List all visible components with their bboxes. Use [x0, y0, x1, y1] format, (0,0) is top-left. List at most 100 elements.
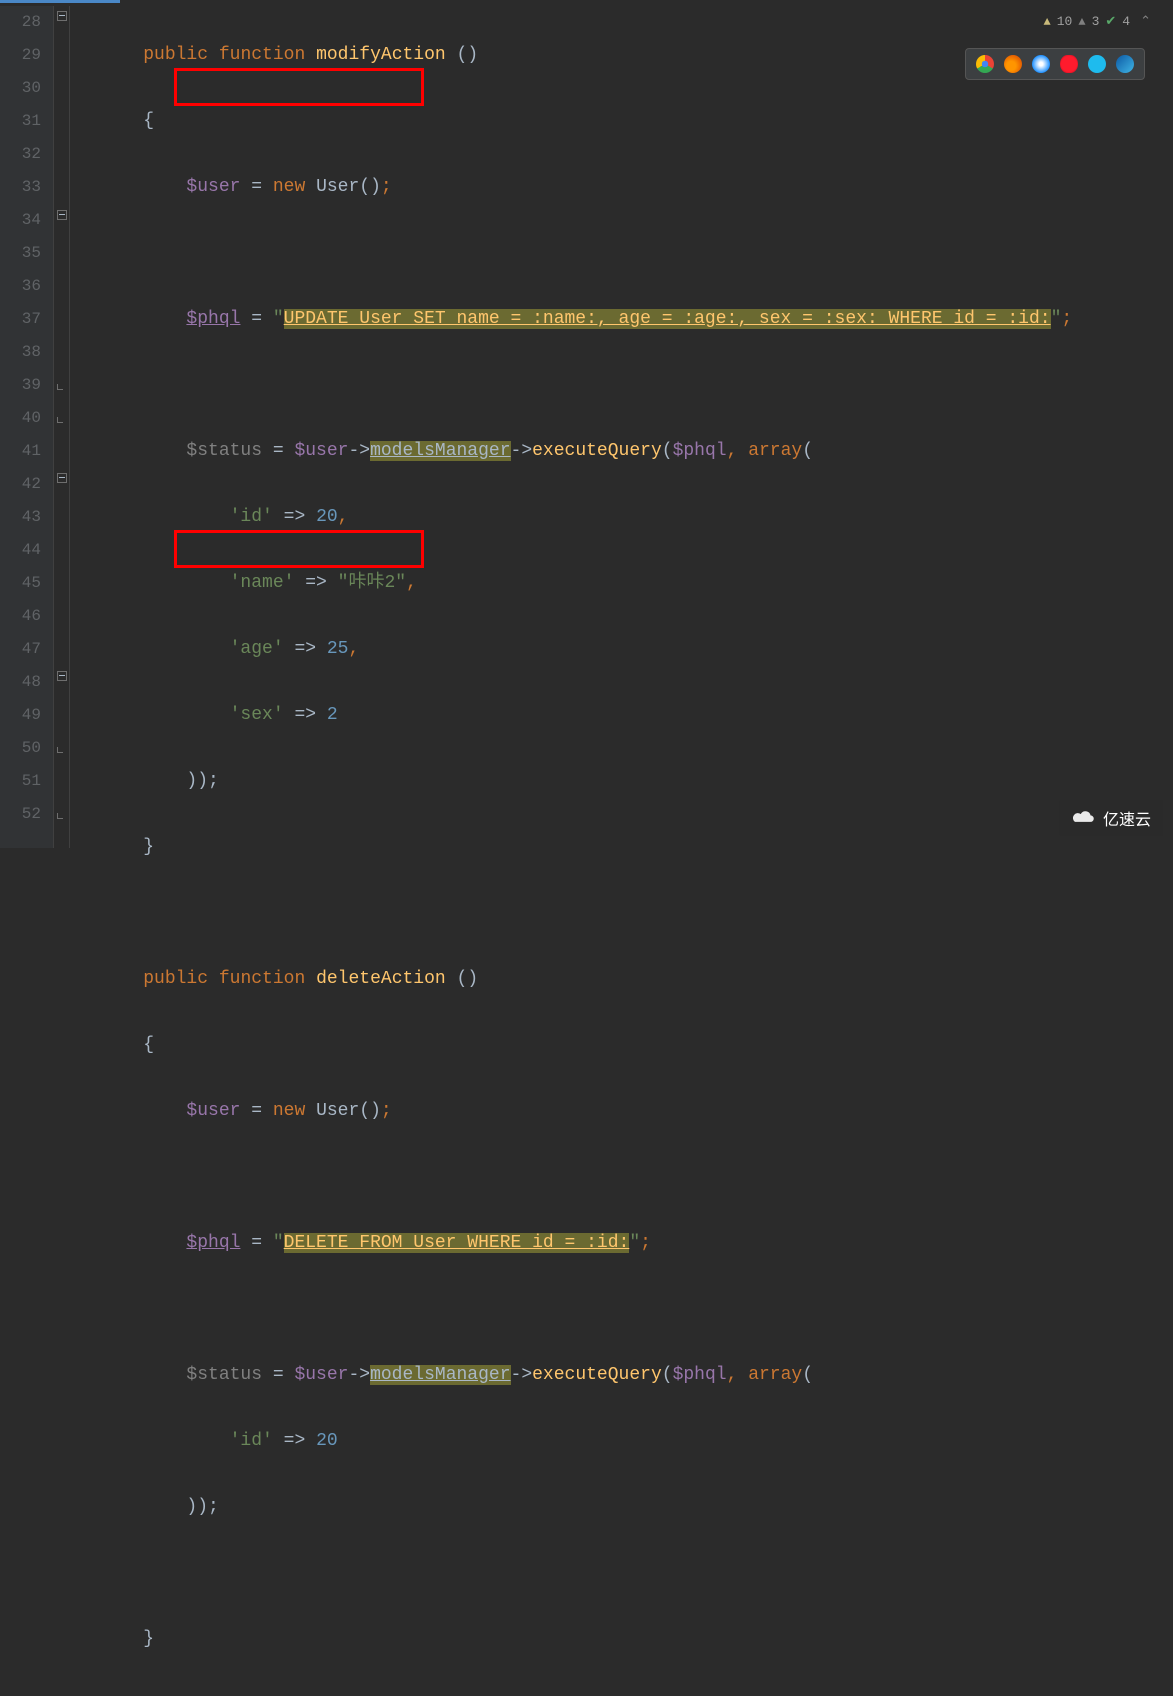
variable: $user: [294, 1365, 348, 1385]
line-number: 44: [0, 534, 53, 567]
arrow: =>: [294, 573, 337, 593]
cloud-icon: [1071, 808, 1097, 828]
number: 20: [316, 1431, 338, 1451]
paren: (): [359, 177, 381, 197]
fold-end: [57, 747, 63, 753]
brace: {: [143, 111, 154, 131]
check-count: 4: [1122, 14, 1130, 29]
fold-end: [57, 417, 63, 423]
editor-area: 2829303132333435363738394041424344454647…: [0, 6, 1173, 848]
safari-icon[interactable]: [1032, 55, 1050, 73]
line-number: 38: [0, 336, 53, 369]
space: [737, 1365, 748, 1385]
semicolon: ;: [381, 1101, 392, 1121]
paren: (: [662, 441, 673, 461]
line-number: 50: [0, 732, 53, 765]
warning-count-1: 10: [1057, 14, 1073, 29]
line-number: 32: [0, 138, 53, 171]
op: =: [240, 1233, 272, 1253]
keyword: public: [143, 45, 208, 65]
line-number: 46: [0, 600, 53, 633]
ie-icon[interactable]: [1088, 55, 1106, 73]
fold-end: [57, 384, 63, 390]
paren: (: [802, 1365, 813, 1385]
brace: {: [143, 1035, 154, 1055]
warning-icon[interactable]: ▲: [1044, 15, 1051, 29]
arrow: =>: [273, 1431, 316, 1451]
line-number: 42: [0, 468, 53, 501]
op: =: [240, 177, 272, 197]
fold-marker[interactable]: [57, 11, 67, 21]
space: [737, 441, 748, 461]
line-number: 47: [0, 633, 53, 666]
browser-toolbar: [965, 48, 1145, 80]
variable: $phql: [673, 1365, 727, 1385]
line-number: 39: [0, 369, 53, 402]
line-number: 51: [0, 765, 53, 798]
array-key: 'id': [230, 1431, 273, 1451]
line-number-gutter: 2829303132333435363738394041424344454647…: [0, 6, 54, 848]
close-paren: ));: [186, 771, 218, 791]
edge-icon[interactable]: [1116, 55, 1134, 73]
line-number: 31: [0, 105, 53, 138]
number: 20: [316, 507, 338, 527]
fold-marker[interactable]: [57, 210, 67, 220]
op: =: [240, 1101, 272, 1121]
close-paren: ));: [186, 1497, 218, 1517]
array-key: 'sex': [230, 705, 284, 725]
keyword: public: [143, 969, 208, 989]
class-name: User: [316, 177, 359, 197]
line-number: 40: [0, 402, 53, 435]
variable: $phql: [186, 1233, 240, 1253]
comma: ,: [727, 441, 738, 461]
line-number: 29: [0, 39, 53, 72]
line-number: 30: [0, 72, 53, 105]
opera-icon[interactable]: [1060, 55, 1078, 73]
line-number: 34: [0, 204, 53, 237]
watermark-text: 亿速云: [1103, 806, 1151, 830]
inspection-status: ▲10 ▲3 ✔4 ⌃: [1044, 14, 1151, 29]
keyword: array: [748, 441, 802, 461]
semicolon: ;: [640, 1233, 651, 1253]
expand-icon[interactable]: ⌃: [1140, 14, 1151, 29]
line-number: 36: [0, 270, 53, 303]
property: modelsManager: [370, 1365, 510, 1385]
keyword: new: [273, 177, 305, 197]
paren: (: [662, 1365, 673, 1385]
brace: }: [143, 1629, 154, 1649]
line-number: 37: [0, 303, 53, 336]
warning-icon[interactable]: ▲: [1078, 15, 1085, 29]
number: 2: [327, 705, 338, 725]
variable-dim: $status: [186, 1365, 262, 1385]
brace: }: [143, 837, 154, 857]
op: =: [240, 309, 272, 329]
sql-string: DELETE FROM User WHERE id = :id:: [284, 1233, 630, 1253]
sql-string: UPDATE User SET name = :name:, age = :ag…: [284, 309, 1051, 329]
variable-dim: $status: [186, 441, 262, 461]
chrome-icon[interactable]: [976, 55, 994, 73]
line-number: 35: [0, 237, 53, 270]
variable: $phql: [673, 441, 727, 461]
fold-marker[interactable]: [57, 671, 67, 681]
line-number: 48: [0, 666, 53, 699]
comma: ,: [727, 1365, 738, 1385]
check-icon[interactable]: ✔: [1105, 14, 1116, 29]
line-number: 52: [0, 798, 53, 831]
watermark: 亿速云: [1059, 800, 1163, 836]
fold-column: [54, 6, 70, 848]
class-name: User: [316, 1101, 359, 1121]
function-name: deleteAction: [316, 969, 446, 989]
keyword: array: [748, 1365, 802, 1385]
fold-marker[interactable]: [57, 473, 67, 483]
code-content[interactable]: public function modifyAction () { $user …: [70, 6, 1173, 848]
comma: ,: [348, 639, 359, 659]
quote: ": [273, 1233, 284, 1253]
arrow: =>: [273, 507, 316, 527]
variable: $user: [294, 441, 348, 461]
firefox-icon[interactable]: [1004, 55, 1022, 73]
variable: $phql: [186, 309, 240, 329]
semicolon: ;: [1061, 309, 1072, 329]
keyword: function: [219, 45, 305, 65]
number: 25: [327, 639, 349, 659]
arrow: ->: [511, 1365, 533, 1385]
